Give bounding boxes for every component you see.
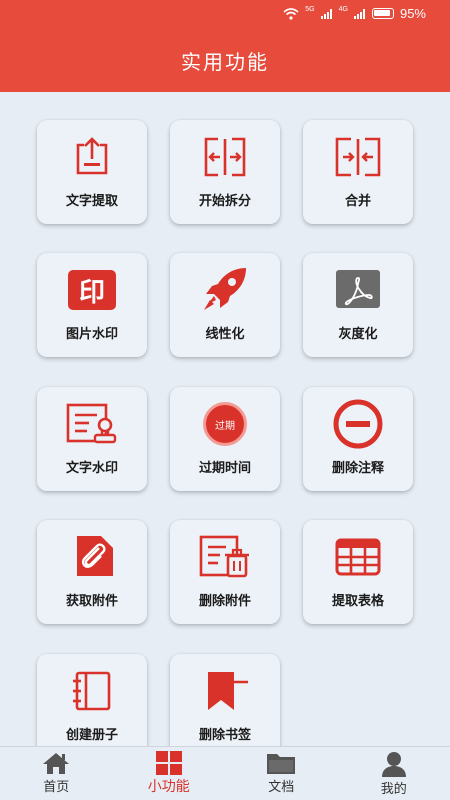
- home-icon: [43, 753, 70, 774]
- feature-card-delete-comment[interactable]: 删除注释: [303, 387, 413, 491]
- merge-icon: [335, 137, 381, 177]
- image-watermark-icon: 印: [68, 270, 116, 310]
- feature-card-text-watermark[interactable]: 文字水印: [37, 387, 147, 491]
- feature-label: 过期时间: [198, 461, 251, 476]
- battery-icon: [371, 8, 394, 19]
- expiry-icon-text: 过期: [215, 420, 235, 432]
- feature-card-linearize[interactable]: 线性化: [170, 253, 280, 357]
- feature-label: 删除注释: [331, 461, 384, 476]
- delete-attachment-icon: [199, 535, 249, 578]
- feature-label: 图片水印: [65, 327, 118, 342]
- pdf-gray-icon: [336, 270, 380, 308]
- feature-label: 文字提取: [65, 194, 118, 209]
- signal-bars-icon: [320, 8, 332, 19]
- feature-card-expiry[interactable]: 过期 过期时间: [170, 387, 280, 491]
- nav-label-tools: 小功能: [147, 779, 190, 795]
- booklet-icon: [73, 671, 111, 711]
- feature-label: 提取表格: [331, 594, 384, 609]
- text-watermark-icon: [66, 403, 117, 444]
- grid-icon: [155, 751, 182, 775]
- split-icon: [204, 137, 246, 177]
- feature-label: 删除附件: [198, 594, 251, 609]
- feature-label: 删除书签: [198, 728, 251, 743]
- text-extract-icon: [76, 137, 108, 175]
- expiry-icon: 过期: [203, 402, 247, 446]
- signal-bars-icon: [353, 8, 365, 19]
- nav-label-home: 首页: [43, 780, 70, 795]
- feature-card-extract-table[interactable]: 提取表格: [303, 520, 413, 624]
- rocket-icon: [204, 268, 246, 310]
- nav-item-tools[interactable]: 小功能: [113, 747, 226, 800]
- bottom-nav: 首页 小功能 文档 我的: [0, 746, 450, 800]
- feature-label: 灰度化: [338, 327, 378, 342]
- folder-icon: [267, 754, 296, 774]
- table-icon: [335, 538, 381, 576]
- feature-card-delete-bookmark[interactable]: 删除书签: [170, 654, 280, 746]
- image-watermark-icon-text: 印: [78, 277, 105, 308]
- feature-card-image-watermark[interactable]: 印 图片水印: [37, 253, 147, 357]
- delete-comment-icon: [333, 399, 383, 449]
- feature-card-split[interactable]: 开始拆分: [170, 120, 280, 224]
- battery-percent: 95%: [399, 6, 426, 21]
- wifi-icon: [283, 7, 299, 20]
- nav-item-home[interactable]: 首页: [0, 747, 113, 800]
- feature-label: 线性化: [205, 327, 245, 342]
- page-title: 实用功能: [181, 49, 269, 74]
- nav-label-documents: 文档: [268, 780, 295, 795]
- feature-grid: 文字提取 开始拆分 合并 印 图片水印 线性化 灰度化 文字水印 过期 过期时间…: [0, 92, 450, 746]
- feature-label: 合并: [344, 194, 371, 209]
- feature-label: 文字水印: [65, 461, 118, 476]
- feature-card-merge[interactable]: 合并: [303, 120, 413, 224]
- delete-bookmark-icon: [208, 672, 248, 710]
- feature-label: 创建册子: [65, 728, 118, 743]
- feature-label: 开始拆分: [198, 194, 251, 209]
- nav-item-profile[interactable]: 我的: [338, 747, 450, 800]
- signal-2-label: 4G: [338, 6, 348, 13]
- feature-card-delete-attachment[interactable]: 删除附件: [170, 520, 280, 624]
- nav-item-documents[interactable]: 文档: [225, 747, 338, 800]
- app-bar: 实用功能: [0, 28, 450, 92]
- user-icon: [381, 752, 406, 777]
- nav-label-profile: 我的: [380, 782, 407, 797]
- attachment-icon: [77, 536, 113, 576]
- signal-1-label: 5G: [305, 6, 315, 13]
- status-icons: 5G 4G 95%: [283, 6, 426, 21]
- feature-card-grayscale[interactable]: 灰度化: [303, 253, 413, 357]
- feature-label: 获取附件: [65, 594, 118, 609]
- feature-card-create-booklet[interactable]: 创建册子: [37, 654, 147, 746]
- feature-card-get-attachment[interactable]: 获取附件: [37, 520, 147, 624]
- status-bar: 5G 4G 95%: [0, 0, 450, 28]
- feature-card-text-extract[interactable]: 文字提取: [37, 120, 147, 224]
